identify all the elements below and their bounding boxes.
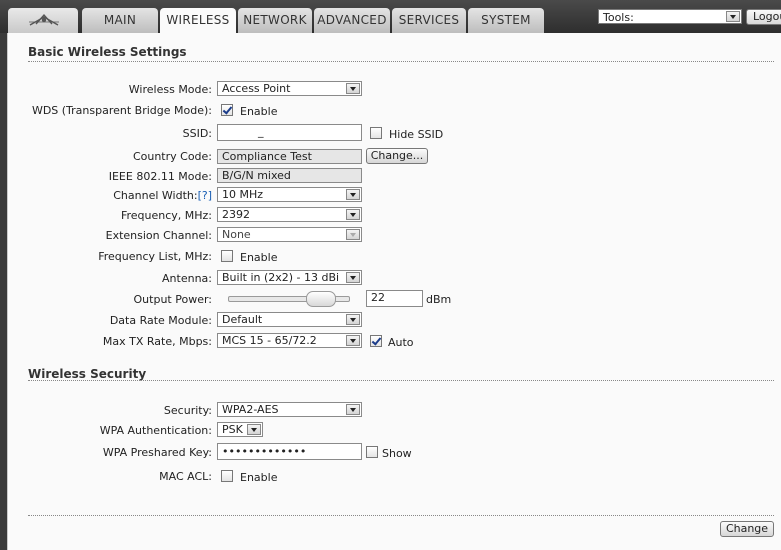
ieee-mode-label: IEEE 802.11 Mode: bbox=[108, 170, 212, 183]
chevron-down-icon bbox=[346, 209, 360, 220]
frequency-list-enable-label: Enable bbox=[240, 251, 278, 264]
chevron-down-icon bbox=[346, 404, 360, 415]
mac-acl-checkbox[interactable] bbox=[221, 470, 233, 482]
change-country-button[interactable]: Change... bbox=[366, 148, 428, 164]
chevron-down-icon bbox=[346, 272, 360, 283]
output-power-slider-thumb[interactable] bbox=[306, 291, 337, 307]
security-label: Security: bbox=[163, 404, 212, 417]
channel-width-value: 10 MHz bbox=[222, 188, 264, 201]
wpa-preshared-key-input[interactable]: ••••••••••••• bbox=[217, 443, 362, 460]
change-button[interactable]: Change bbox=[720, 521, 774, 537]
antenna-select[interactable]: Built in (2x2) - 13 dBi bbox=[217, 270, 362, 285]
wds-enable-checkbox[interactable] bbox=[221, 104, 233, 116]
tools-dropdown-value: Tools: bbox=[603, 11, 634, 24]
channel-width-label: Channel Width:[?] bbox=[113, 189, 212, 202]
chevron-down-icon bbox=[346, 335, 360, 346]
max-tx-rate-label: Max TX Rate, Mbps: bbox=[102, 335, 212, 348]
tab-main[interactable]: MAIN bbox=[82, 8, 158, 33]
data-rate-module-select[interactable]: Default bbox=[217, 312, 362, 327]
extension-channel-label: Extension Channel: bbox=[105, 229, 212, 242]
wireless-settings-panel: Basic Wireless Settings Wireless Mode: A… bbox=[7, 33, 781, 550]
channel-width-help-link[interactable]: [?] bbox=[198, 189, 212, 202]
hide-ssid-label: Hide SSID bbox=[389, 128, 444, 141]
wireless-mode-select[interactable]: Access Point bbox=[217, 81, 362, 96]
hide-ssid-checkbox[interactable] bbox=[370, 127, 382, 139]
wireless-mode-label: Wireless Mode: bbox=[128, 83, 212, 96]
mac-acl-enable-label: Enable bbox=[240, 471, 278, 484]
show-key-label: Show bbox=[382, 447, 412, 460]
wpa-authentication-select[interactable]: PSK bbox=[217, 422, 263, 437]
output-power-label: Output Power: bbox=[133, 293, 212, 306]
country-code-field: Compliance Test bbox=[217, 149, 362, 164]
ubiquiti-logo[interactable] bbox=[8, 8, 78, 33]
frequency-value: 2392 bbox=[222, 208, 250, 221]
antenna-value: Built in (2x2) - 13 dBi bbox=[222, 271, 340, 284]
output-power-unit: dBm bbox=[426, 293, 452, 306]
basic-wireless-settings-title: Basic Wireless Settings bbox=[28, 45, 187, 59]
ssid-input[interactable]: _ bbox=[217, 124, 362, 141]
chevron-down-icon bbox=[247, 424, 261, 435]
frequency-list-checkbox[interactable] bbox=[221, 250, 233, 262]
mac-acl-label: MAC ACL: bbox=[159, 470, 212, 483]
security-select[interactable]: WPA2-AES bbox=[217, 402, 362, 417]
wpa-authentication-label: WPA Authentication: bbox=[99, 424, 212, 437]
chevron-down-icon bbox=[346, 189, 360, 200]
tools-dropdown[interactable]: Tools: bbox=[598, 9, 742, 24]
wds-enable-label: Enable bbox=[240, 105, 278, 118]
frequency-select[interactable]: 2392 bbox=[217, 207, 362, 222]
logout-button[interactable]: Logout bbox=[746, 9, 781, 25]
tab-network[interactable]: NETWORK bbox=[238, 8, 312, 33]
ssid-value: _ bbox=[258, 125, 264, 138]
frequency-list-label: Frequency List, MHz: bbox=[98, 250, 212, 263]
tab-system[interactable]: SYSTEM bbox=[468, 8, 544, 33]
channel-width-label-text: Channel Width: bbox=[113, 189, 198, 202]
output-power-input[interactable]: 22 bbox=[366, 290, 423, 307]
chevron-down-icon bbox=[726, 11, 740, 22]
wireless-mode-value: Access Point bbox=[222, 82, 291, 95]
data-rate-module-value: Default bbox=[222, 313, 263, 326]
channel-width-select[interactable]: 10 MHz bbox=[217, 187, 362, 202]
max-tx-auto-label: Auto bbox=[388, 336, 414, 349]
top-navigation-bar: MAIN WIRELESS NETWORK ADVANCED SERVICES … bbox=[0, 0, 781, 34]
extension-channel-value: None bbox=[222, 228, 251, 241]
tab-advanced[interactable]: ADVANCED bbox=[314, 8, 390, 33]
footer-divider bbox=[28, 515, 774, 516]
ubiquiti-logo-icon bbox=[29, 13, 59, 26]
max-tx-rate-select[interactable]: MCS 15 - 65/72.2 bbox=[217, 333, 362, 348]
country-code-label: Country Code: bbox=[132, 150, 212, 163]
wpa-authentication-value: PSK bbox=[222, 423, 243, 436]
max-tx-auto-checkbox[interactable] bbox=[370, 335, 382, 347]
antenna-label: Antenna: bbox=[162, 272, 212, 285]
section-divider bbox=[28, 380, 774, 381]
frequency-label: Frequency, MHz: bbox=[120, 209, 212, 222]
ssid-label: SSID: bbox=[182, 127, 212, 140]
max-tx-rate-value: MCS 15 - 65/72.2 bbox=[222, 334, 317, 347]
tab-wireless[interactable]: WIRELESS bbox=[160, 8, 236, 34]
section-divider bbox=[28, 61, 774, 62]
wds-label: WDS (Transparent Bridge Mode): bbox=[31, 104, 212, 117]
extension-channel-select[interactable]: None bbox=[217, 227, 362, 242]
wpa-preshared-key-label: WPA Preshared Key: bbox=[102, 446, 212, 459]
security-value: WPA2-AES bbox=[222, 403, 279, 416]
chevron-down-icon bbox=[346, 314, 360, 325]
tab-services[interactable]: SERVICES bbox=[392, 8, 466, 33]
chevron-down-icon bbox=[346, 83, 360, 94]
show-key-checkbox[interactable] bbox=[366, 446, 378, 458]
wireless-security-title: Wireless Security bbox=[28, 367, 147, 381]
chevron-down-icon bbox=[346, 229, 360, 240]
data-rate-module-label: Data Rate Module: bbox=[109, 314, 212, 327]
ieee-mode-field: B/G/N mixed bbox=[217, 168, 362, 183]
